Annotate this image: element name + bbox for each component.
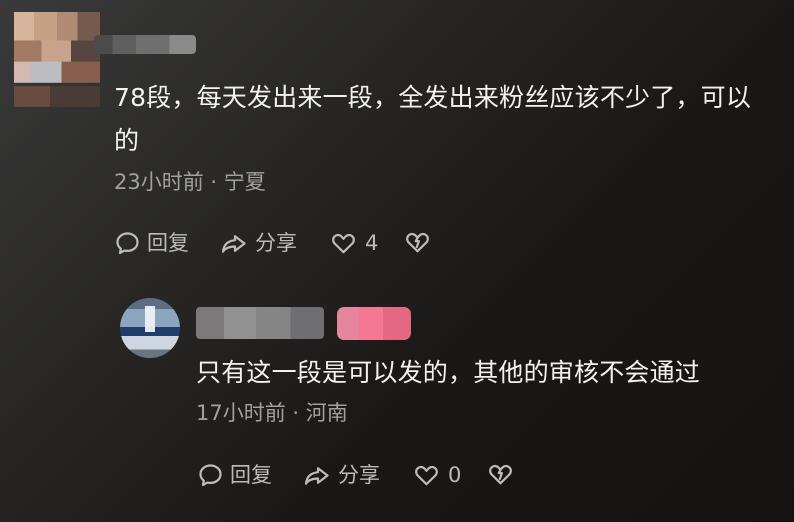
- dislike-button[interactable]: [487, 461, 514, 488]
- share-arrow-icon: [221, 234, 246, 253]
- comment-text: 78段，每天发出来一段，全发出来粉丝应该不少了，可以的: [114, 83, 752, 155]
- reply-timestamp-location: 17小时前 · 河南: [196, 401, 348, 425]
- like-count: 4: [365, 231, 379, 255]
- reply-label: 回复: [147, 231, 189, 255]
- share-button[interactable]: 分享: [303, 461, 380, 489]
- dislike-button[interactable]: [404, 229, 431, 256]
- heart-outline-icon: [332, 233, 355, 253]
- comment-timestamp-location: 23小时前 · 宁夏: [114, 170, 266, 194]
- share-arrow-icon: [304, 466, 329, 485]
- broken-heart-icon: [406, 232, 429, 253]
- reply-text: 只有这一段是可以发的，其他的审核不会通过: [196, 358, 701, 387]
- reply-button[interactable]: 回复: [114, 229, 189, 257]
- share-button[interactable]: 分享: [220, 229, 297, 257]
- redacted-user-badge: [337, 307, 411, 340]
- redacted-username: [94, 35, 196, 54]
- reply-button[interactable]: 回复: [197, 461, 272, 489]
- like-count: 0: [448, 463, 462, 487]
- speech-bubble-icon: [116, 231, 139, 254]
- share-label: 分享: [255, 231, 297, 255]
- speech-bubble-icon: [199, 463, 222, 486]
- redacted-username: [196, 307, 324, 339]
- like-button[interactable]: 4: [330, 229, 378, 257]
- reply-label: 回复: [230, 463, 272, 487]
- broken-heart-icon: [489, 464, 512, 485]
- heart-outline-icon: [415, 465, 438, 485]
- like-button[interactable]: 0: [413, 461, 461, 489]
- avatar[interactable]: [14, 12, 100, 107]
- share-label: 分享: [338, 463, 380, 487]
- avatar[interactable]: [120, 298, 180, 358]
